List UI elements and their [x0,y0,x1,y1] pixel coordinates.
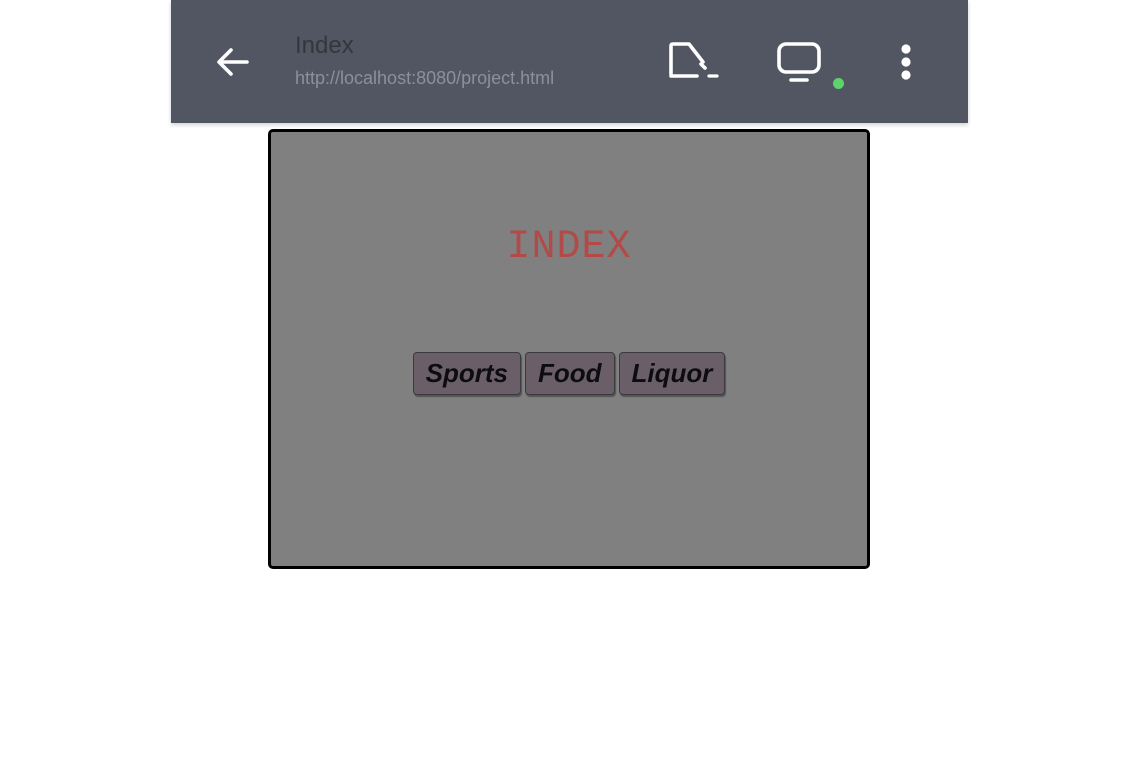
cast-icon [669,42,719,78]
browser-viewport: Index http://localhost:8080/project.html [171,0,968,768]
overflow-menu-button[interactable] [878,34,934,90]
liquor-button[interactable]: Liquor [618,352,726,395]
index-heading: INDEX [506,225,632,270]
food-button[interactable]: Food [524,352,615,395]
title-block: Index http://localhost:8080/project.html [295,30,554,91]
back-button[interactable] [207,36,259,88]
app-bar: Index http://localhost:8080/project.html [171,0,968,123]
back-arrow-icon [217,48,249,76]
status-dot [833,78,844,89]
sports-button[interactable]: Sports [412,352,521,395]
content-frame: INDEX Sports Food Liquor [268,129,870,569]
monitor-icon [777,42,821,82]
page-title: Index [295,32,354,59]
cast-button[interactable] [665,34,721,90]
page-url[interactable]: http://localhost:8080/project.html [295,65,554,91]
nav-button-row: Sports Food Liquor [271,352,867,395]
more-vert-icon [901,44,911,80]
display-button[interactable] [771,34,827,90]
